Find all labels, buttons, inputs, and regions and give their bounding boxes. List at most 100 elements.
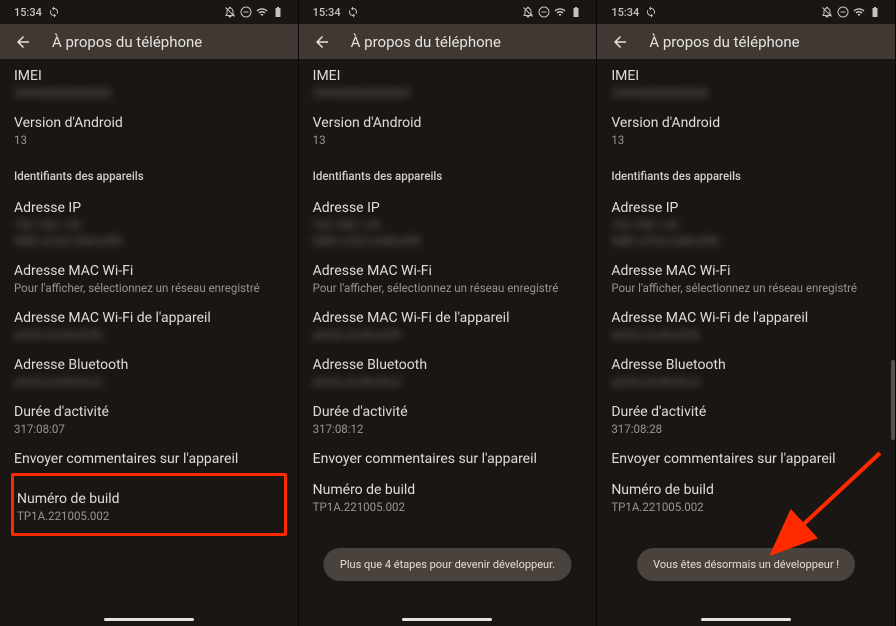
item-mac-wifi[interactable]: Adresse MAC Wi-Fi Pour l'afficher, sélec…: [313, 254, 583, 301]
item-uptime[interactable]: Durée d'activité 317:08:07: [14, 395, 284, 442]
back-button[interactable]: [313, 33, 331, 51]
item-imei[interactable]: IMEI 359440000000000: [611, 59, 881, 106]
item-mac-device[interactable]: Adresse MAC Wi-Fi de l'appareil a4:b2:c3…: [313, 301, 583, 348]
clock: 15:34: [313, 6, 341, 19]
item-bluetooth[interactable]: Adresse Bluetooth a4:b2:c3:d4:e5:a1: [313, 348, 583, 395]
app-header: À propos du téléphone: [0, 24, 298, 59]
item-uptime[interactable]: Durée d'activité 317:08:12: [313, 395, 583, 442]
item-mac-device[interactable]: Adresse MAC Wi-Fi de l'appareil a4:b2:c3…: [611, 301, 881, 348]
section-device-ids: Identifiants des appareils: [313, 153, 583, 191]
item-build-number[interactable]: Numéro de build TP1A.221005.002: [313, 473, 583, 520]
item-android-version[interactable]: Version d'Android 13: [611, 106, 881, 153]
item-ip[interactable]: Adresse IP 192.168.1.42 fe80::a1b2:c3d4:…: [611, 191, 881, 254]
build-value: TP1A.221005.002: [17, 509, 281, 523]
item-android-version[interactable]: Version d'Android 13: [14, 106, 284, 153]
page-title: À propos du téléphone: [52, 33, 202, 51]
item-mac-device[interactable]: Adresse MAC Wi-Fi de l'appareil a4:b2:c3…: [14, 301, 284, 348]
item-imei[interactable]: IMEI 359440000000000: [14, 59, 284, 106]
wifi-icon: [256, 6, 268, 18]
item-bluetooth[interactable]: Adresse Bluetooth a4:b2:c3:d4:e5:a1: [14, 348, 284, 395]
page-title: À propos du téléphone: [351, 33, 501, 51]
status-bar: 15:34: [0, 0, 298, 24]
do-not-disturb-icon: [837, 6, 849, 18]
item-ip[interactable]: Adresse IP 192.168.1.42 fe80::a1b2:c3d4:…: [14, 191, 284, 254]
battery-icon: [869, 6, 881, 18]
bt-value: a4:b2:c3:d4:e5:a1: [14, 375, 284, 389]
mac-device-value: a4:b2:c3:d4:e5:f6: [313, 328, 583, 342]
uptime-value: 317:08:07: [14, 422, 284, 436]
uptime-value: 317:08:12: [313, 422, 583, 436]
ip-value-a: 192.168.1.42: [313, 218, 583, 232]
app-header: À propos du téléphone: [597, 24, 895, 59]
android-value: 13: [14, 133, 284, 147]
bt-value: a4:b2:c3:d4:e5:a1: [611, 375, 881, 389]
phone-screen-3: 15:34 À propos du téléphone IMEI 3594400…: [597, 0, 896, 626]
ip-value-b: fe80::a1b2:c3d4:e5f6: [14, 234, 284, 248]
item-bluetooth[interactable]: Adresse Bluetooth a4:b2:c3:d4:e5:a1: [611, 348, 881, 395]
ip-value-b: fe80::a1b2:c3d4:e5f6: [313, 234, 583, 248]
item-build-number[interactable]: Numéro de build TP1A.221005.002: [17, 482, 281, 523]
build-label: Numéro de build: [17, 491, 281, 507]
back-button[interactable]: [14, 33, 32, 51]
wifi-icon: [853, 6, 865, 18]
item-mac-wifi[interactable]: Adresse MAC Wi-Fi Pour l'afficher, sélec…: [611, 254, 881, 301]
bt-value: a4:b2:c3:d4:e5:a1: [313, 375, 583, 389]
android-value: 13: [313, 133, 583, 147]
item-uptime[interactable]: Durée d'activité 317:08:28: [611, 395, 881, 442]
scrollbar[interactable]: [891, 360, 895, 440]
ip-value-a: 192.168.1.42: [14, 218, 284, 232]
mac-device-label: Adresse MAC Wi-Fi de l'appareil: [14, 310, 284, 326]
bt-label: Adresse Bluetooth: [14, 357, 284, 373]
sync-icon: [645, 6, 657, 18]
nav-bar-indicator[interactable]: [701, 618, 791, 621]
ip-value-a: 192.168.1.42: [611, 218, 881, 232]
feedback-label: Envoyer commentaires sur l'appareil: [14, 451, 284, 467]
status-bar: 15:34: [597, 0, 895, 24]
phone-screen-2: 15:34 À propos du téléphone IMEI 3594400…: [299, 0, 598, 626]
item-mac-wifi[interactable]: Adresse MAC Wi-Fi Pour l'afficher, sélec…: [14, 254, 284, 301]
ip-label: Adresse IP: [313, 200, 583, 216]
android-value: 13: [611, 133, 881, 147]
app-header: À propos du téléphone: [299, 24, 597, 59]
highlight-annotation: Numéro de build TP1A.221005.002: [11, 473, 287, 536]
imei-value: 359440000000000: [14, 86, 284, 100]
imei-value: 359440000000000: [313, 86, 583, 100]
clock: 15:34: [14, 6, 42, 19]
item-feedback[interactable]: Envoyer commentaires sur l'appareil: [611, 442, 881, 473]
mac-wifi-sub: Pour l'afficher, sélectionnez un réseau …: [611, 281, 881, 295]
uptime-value: 317:08:28: [611, 422, 881, 436]
back-button[interactable]: [611, 33, 629, 51]
do-not-disturb-icon: [240, 6, 252, 18]
build-value: TP1A.221005.002: [313, 500, 583, 514]
item-feedback[interactable]: Envoyer commentaires sur l'appareil: [14, 442, 284, 473]
page-title: À propos du téléphone: [649, 33, 799, 51]
mac-device-label: Adresse MAC Wi-Fi de l'appareil: [611, 310, 881, 326]
android-label: Version d'Android: [611, 115, 881, 131]
bt-label: Adresse Bluetooth: [313, 357, 583, 373]
ip-value-b: fe80::a1b2:c3d4:e5f6: [611, 234, 881, 248]
dnd-icon: [821, 6, 833, 18]
item-ip[interactable]: Adresse IP 192.168.1.42 fe80::a1b2:c3d4:…: [313, 191, 583, 254]
item-feedback[interactable]: Envoyer commentaires sur l'appareil: [313, 442, 583, 473]
battery-icon: [570, 6, 582, 18]
mac-wifi-sub: Pour l'afficher, sélectionnez un réseau …: [313, 281, 583, 295]
build-value: TP1A.221005.002: [611, 500, 881, 514]
dnd-icon: [224, 6, 236, 18]
item-build-number[interactable]: Numéro de build TP1A.221005.002: [611, 473, 881, 520]
uptime-label: Durée d'activité: [313, 404, 583, 420]
feedback-label: Envoyer commentaires sur l'appareil: [313, 451, 583, 467]
android-label: Version d'Android: [14, 115, 284, 131]
nav-bar-indicator[interactable]: [104, 618, 194, 621]
mac-device-value: a4:b2:c3:d4:e5:f6: [611, 328, 881, 342]
toast-message: Vous êtes désormais un développeur !: [637, 548, 855, 581]
sync-icon: [347, 6, 359, 18]
item-android-version[interactable]: Version d'Android 13: [313, 106, 583, 153]
section-device-ids: Identifiants des appareils: [14, 153, 284, 191]
bt-label: Adresse Bluetooth: [611, 357, 881, 373]
item-imei[interactable]: IMEI 359440000000000: [313, 59, 583, 106]
nav-bar-indicator[interactable]: [402, 618, 492, 621]
do-not-disturb-icon: [538, 6, 550, 18]
battery-icon: [272, 6, 284, 18]
imei-value: 359440000000000: [611, 86, 881, 100]
ip-label: Adresse IP: [611, 200, 881, 216]
